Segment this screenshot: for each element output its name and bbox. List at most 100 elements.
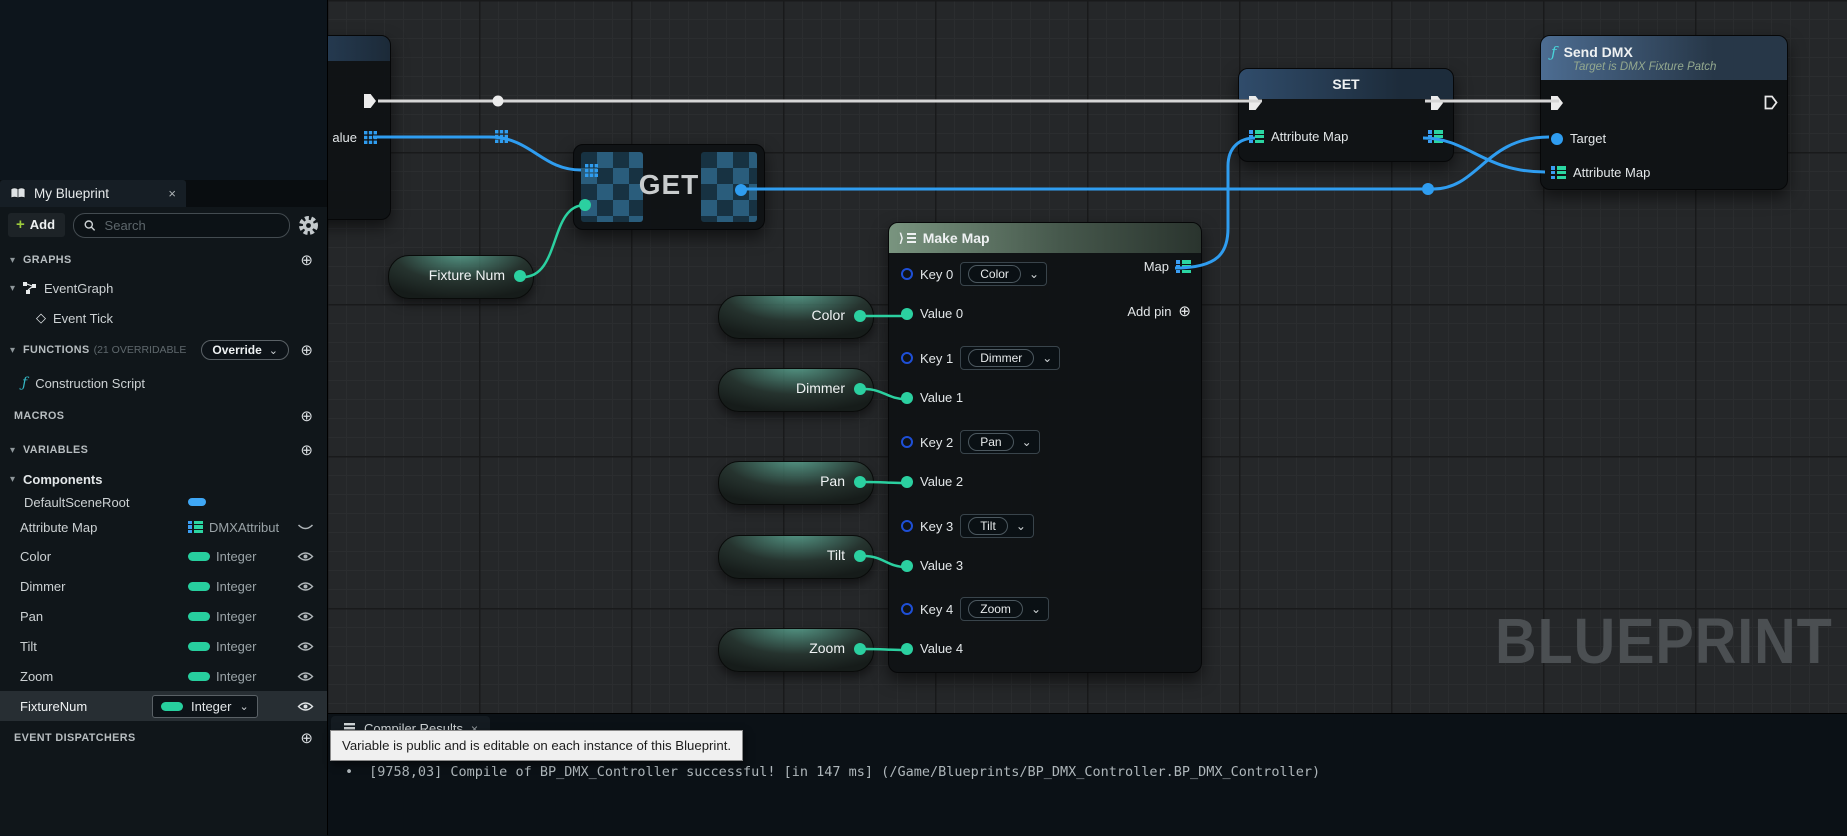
variable-row-default-scene-root[interactable]: DefaultSceneRoot: [0, 491, 327, 513]
variable-row-attribute-map[interactable]: Attribute Map DMXAttribut: [0, 513, 327, 541]
value2-pin[interactable]: [901, 476, 913, 488]
send-dmx-map-row[interactable]: Attribute Map: [1551, 165, 1650, 180]
zoom-output-pin[interactable]: [854, 643, 866, 655]
sidebar-item-construction-script[interactable]: ƒ Construction Script: [0, 367, 327, 399]
array-pin-icon[interactable]: [364, 131, 377, 144]
add-variable-icon[interactable]: ⊕: [300, 441, 313, 459]
add-function-icon[interactable]: ⊕: [300, 341, 313, 359]
key1-combo[interactable]: Dimmer⌄: [960, 346, 1060, 370]
set-attribute-map-node[interactable]: SET Attribute Map: [1238, 68, 1454, 162]
category-components[interactable]: ▾ Components: [0, 467, 327, 491]
key2-pin[interactable]: [901, 436, 913, 448]
tab-my-blueprint[interactable]: My Blueprint ×: [0, 180, 186, 207]
variable-row-dimmer[interactable]: Dimmer Integer: [0, 571, 327, 601]
make-map-node[interactable]: ⟩ Make Map Key 0 Color⌄ Value 0 Key 1 Di…: [888, 222, 1202, 673]
value1-pin[interactable]: [901, 392, 913, 404]
key4-row[interactable]: Key 4 Zoom⌄: [901, 597, 1049, 621]
target-input-pin[interactable]: [1551, 133, 1563, 145]
variable-row-color[interactable]: Color Integer: [0, 541, 327, 571]
override-dropdown[interactable]: Override ⌄: [201, 340, 289, 360]
get-zoom-node[interactable]: Zoom: [718, 628, 874, 672]
collapse-icon[interactable]: ▾: [10, 445, 23, 456]
key0-row[interactable]: Key 0 Color⌄: [901, 262, 1047, 286]
value2-row[interactable]: Value 2: [901, 474, 963, 489]
collapse-icon[interactable]: ▾: [10, 345, 23, 356]
eye-icon[interactable]: [297, 701, 314, 712]
element-output-pin[interactable]: [735, 184, 747, 196]
search-box[interactable]: [73, 213, 290, 238]
collapse-icon[interactable]: ▾: [10, 283, 23, 294]
value-output-pin-row[interactable]: alue: [332, 130, 377, 145]
key0-pin[interactable]: [901, 268, 913, 280]
map-pin-icon[interactable]: [1176, 259, 1191, 274]
value4-pin[interactable]: [901, 643, 913, 655]
send-dmx-exec-out-pin[interactable]: [1764, 95, 1778, 110]
value1-row[interactable]: Value 1: [901, 390, 963, 405]
array-input-pin[interactable]: [585, 164, 598, 177]
tilt-output-pin[interactable]: [854, 550, 866, 562]
set-map-input-row[interactable]: Attribute Map: [1249, 129, 1348, 144]
get-tilt-node[interactable]: Tilt: [718, 535, 874, 579]
get-fixture-num-node[interactable]: Fixture Num: [388, 255, 534, 299]
eye-icon[interactable]: [297, 581, 314, 592]
eye-icon[interactable]: [297, 641, 314, 652]
eye-icon[interactable]: [297, 611, 314, 622]
fixture-num-output-pin[interactable]: [514, 270, 526, 282]
add-macro-icon[interactable]: ⊕: [300, 407, 313, 425]
array-get-node[interactable]: GET: [573, 144, 765, 230]
index-input-pin[interactable]: [579, 199, 591, 211]
key1-row[interactable]: Key 1 Dimmer⌄: [901, 346, 1060, 370]
dimmer-output-pin[interactable]: [854, 383, 866, 395]
section-graphs[interactable]: ▾ GRAPHS ⊕: [0, 247, 327, 273]
search-input[interactable]: [103, 217, 279, 234]
color-output-pin[interactable]: [854, 310, 866, 322]
get-dimmer-node[interactable]: Dimmer: [718, 368, 874, 412]
blueprint-graph-canvas[interactable]: BLUEPRINT alue GET Fixture Num Color Dim…: [327, 0, 1847, 835]
value4-row[interactable]: Value 4: [901, 641, 963, 656]
collapse-icon[interactable]: ▾: [10, 255, 23, 266]
value0-row[interactable]: Value 0: [901, 306, 963, 321]
gear-icon[interactable]: [298, 215, 319, 236]
collapse-icon[interactable]: ▾: [10, 474, 23, 485]
key4-combo[interactable]: Zoom⌄: [960, 597, 1049, 621]
send-dmx-exec-in-pin[interactable]: [1551, 96, 1563, 110]
sidebar-item-event-tick[interactable]: ◇ Event Tick: [0, 303, 327, 333]
variable-row-pan[interactable]: Pan Integer: [0, 601, 327, 631]
variable-row-zoom[interactable]: Zoom Integer: [0, 661, 327, 691]
key2-combo[interactable]: Pan⌄: [960, 430, 1039, 454]
section-event-dispatchers[interactable]: EVENT DISPATCHERS ⊕: [0, 721, 327, 755]
value3-pin[interactable]: [901, 560, 913, 572]
add-graph-icon[interactable]: ⊕: [300, 251, 313, 269]
key2-row[interactable]: Key 2 Pan⌄: [901, 430, 1040, 454]
eye-icon[interactable]: [297, 671, 314, 682]
key0-combo[interactable]: Color⌄: [960, 262, 1047, 286]
add-event-dispatcher-icon[interactable]: ⊕: [300, 729, 313, 747]
key1-pin[interactable]: [901, 352, 913, 364]
send-dmx-target-row[interactable]: Target: [1551, 131, 1606, 146]
send-dmx-node[interactable]: ƒ Send DMX Target is DMX Fixture Patch T…: [1540, 35, 1788, 190]
section-functions[interactable]: ▾ FUNCTIONS (21 OVERRIDABLE Override ⌄ ⊕: [0, 333, 327, 367]
close-icon[interactable]: ×: [168, 186, 176, 201]
get-pan-node[interactable]: Pan: [718, 461, 874, 505]
pan-output-pin[interactable]: [854, 476, 866, 488]
key3-combo[interactable]: Tilt⌄: [960, 514, 1034, 538]
map-pin-icon[interactable]: [1249, 129, 1264, 144]
fixture-num-type-dropdown[interactable]: Integer ⌄: [152, 695, 258, 718]
key3-row[interactable]: Key 3 Tilt⌄: [901, 514, 1034, 538]
add-pin-icon[interactable]: ⊕: [1178, 302, 1191, 320]
map-pin-icon[interactable]: [1551, 165, 1566, 180]
add-button[interactable]: + Add: [8, 213, 65, 237]
section-macros[interactable]: MACROS ⊕: [0, 399, 327, 433]
add-pin-row[interactable]: Add pin ⊕: [1127, 302, 1191, 320]
sidebar-item-eventgraph[interactable]: ▾ EventGraph: [0, 273, 327, 303]
variable-row-tilt[interactable]: Tilt Integer: [0, 631, 327, 661]
variable-row-fixture-num[interactable]: FixtureNum Integer ⌄: [0, 691, 327, 721]
set-map-output-pin[interactable]: [1428, 129, 1443, 144]
value0-pin[interactable]: [901, 308, 913, 320]
eye-icon[interactable]: [297, 551, 314, 562]
exec-out-pin[interactable]: [364, 94, 376, 108]
section-variables[interactable]: ▾ VARIABLES ⊕: [0, 433, 327, 467]
map-output-row[interactable]: Map: [1144, 259, 1191, 274]
closed-eye-icon[interactable]: [297, 523, 314, 532]
key4-pin[interactable]: [901, 603, 913, 615]
